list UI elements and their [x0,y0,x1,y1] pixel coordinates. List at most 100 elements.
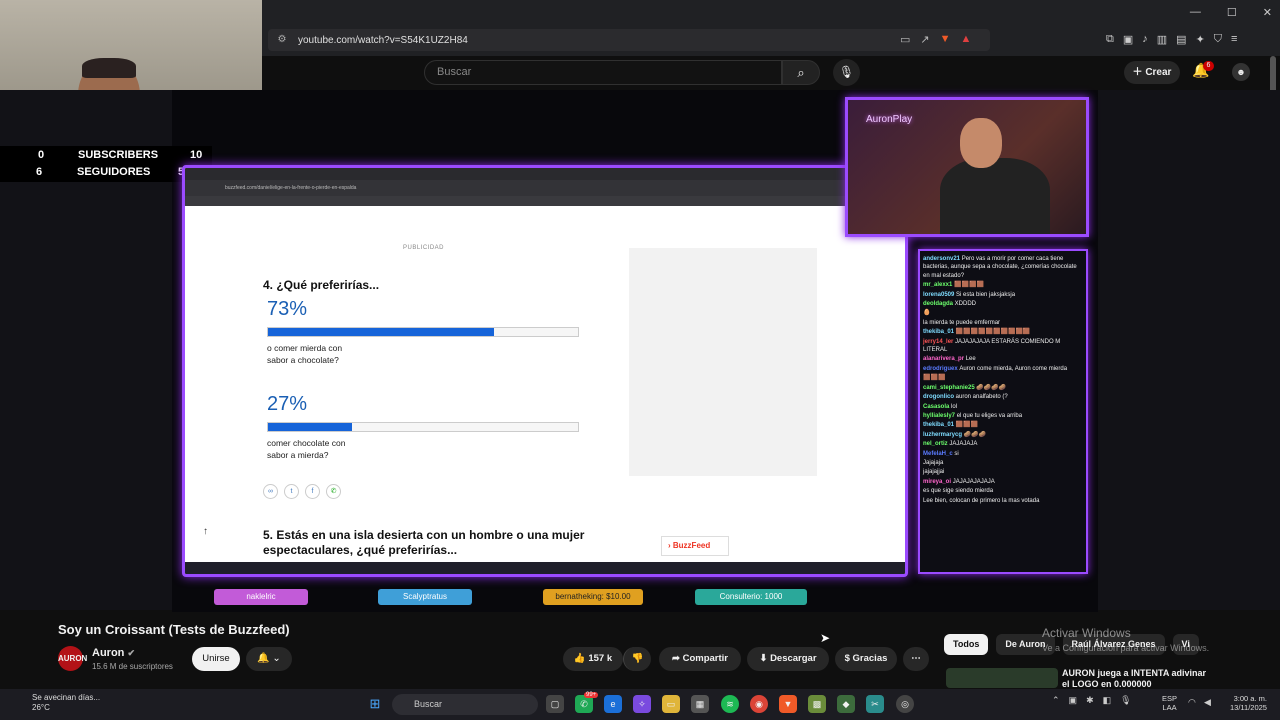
sidebar-icon[interactable]: ▥ [1157,33,1167,46]
chat-message: 🥚 [923,309,1083,317]
search-button[interactable]: ⌕ [782,60,820,85]
site-info-icon[interactable]: ⚙ [276,34,288,46]
screenshot-icon[interactable]: ▣ [1123,33,1133,46]
tray-app-icon[interactable]: ▣ [1069,695,1078,706]
chat-username[interactable]: edrodriguex [923,366,959,372]
edge-icon[interactable]: e [604,695,622,713]
window-controls: — ☐ ✕ [1190,6,1272,19]
voice-search-button[interactable]: 🎙 [833,59,860,86]
bluetooth-icon[interactable]: ✱ [1086,695,1094,706]
share-button[interactable]: ➦ Compartir [659,647,741,671]
minimize-button[interactable]: — [1190,6,1201,19]
alert-text: Consulterio: 1000 [719,592,783,601]
chat-message: hyllialesly7 el que tu eliges va arriba [923,412,1083,420]
chevron-up-icon[interactable]: ⌃ [1052,695,1060,706]
download-button[interactable]: ⬇ Descargar [747,647,829,671]
clock[interactable]: 3:00 a. m. 13/11/2025 [1230,694,1267,712]
weather-widget[interactable]: Se avecinan días... 26°C [12,693,100,713]
chat-text: si [954,450,959,457]
language-indicator[interactable]: ESP LAA [1162,694,1177,712]
capcut-icon[interactable]: ✂ [866,695,884,713]
buzzfeed-label: BuzzFeed [672,541,711,550]
microphone-icon[interactable]: 🎙 [1120,695,1131,706]
nvidia-icon[interactable]: ◧ [1103,695,1112,706]
chat-text: 🥔🥔🥔 [963,431,987,438]
create-button[interactable]: ＋ Crear [1124,61,1180,84]
chat-username[interactable]: andersonv21 [923,256,962,262]
join-button[interactable]: Unirse [192,647,240,671]
wallet-icon[interactable]: ▤ [1176,33,1186,46]
taskbar-search-label: Buscar [414,699,443,709]
file-explorer-icon[interactable]: ▭ [662,695,680,713]
chat-username[interactable]: lorena0509 [923,292,956,298]
alert-text: naklelric [246,592,276,601]
chat-username[interactable]: alanarivera_pr [923,356,966,362]
copilot-icon[interactable]: ✧ [633,695,651,713]
cast-icon[interactable]: ▭ [900,33,910,46]
volume-icon[interactable]: ◀ [1204,697,1211,708]
thanks-button[interactable]: $ Gracias [835,647,897,671]
option-1-bar [267,327,579,337]
captured-bookmarks-bar [185,196,905,206]
chip-all[interactable]: Todos [944,634,989,655]
start-button[interactable]: ⊞ [366,695,384,713]
chat-message: alanarivera_pr Lee [923,355,1083,363]
chat-username[interactable]: thekiba_01 [923,422,956,428]
music-icon[interactable]: ♪ [1142,33,1148,46]
chat-username[interactable]: jerry14_ler [923,339,955,345]
taskbar-search[interactable]: Buscar [392,694,538,715]
game-icon[interactable]: ◆ [837,695,855,713]
extension-puzzle-icon[interactable]: ⧉ [1106,33,1114,46]
more-actions-button[interactable]: ⋯ [903,647,929,671]
chat-username[interactable]: MefelaH_c [923,451,954,457]
chat-text: el que tu eliges va arriba [956,412,1023,419]
minecraft-icon[interactable]: ▩ [808,695,826,713]
chat-text: es que sige siendo mierda [923,488,994,495]
chat-username[interactable]: luzhermarycg [923,432,964,438]
chat-username[interactable]: deoldagda [923,301,955,307]
chat-username[interactable]: mr_alexx1 [923,282,954,288]
close-button[interactable]: ✕ [1263,6,1272,19]
chat-username[interactable]: drogonlico [923,394,956,400]
channel-name-text[interactable]: Auron [92,647,124,659]
like-button[interactable]: 👍 157 k [563,647,623,671]
thumbs-down-icon: 👎 [631,653,644,664]
dislike-button[interactable]: 👎 [623,647,651,671]
browser-extensions: ⧉ ▣ ♪ ▥ ▤ ✦ ⛉ ≡ [1106,33,1237,46]
brave-icon[interactable]: ▼ [779,695,797,713]
clock-time: 3:00 a. m. [1233,694,1267,703]
task-view-icon[interactable]: ▢ [546,695,564,713]
like-count: 157 k [588,653,613,664]
store-icon[interactable]: ▦ [691,695,709,713]
ai-icon[interactable]: ✦ [1196,33,1205,46]
search-input[interactable]: Buscar [424,60,782,85]
obs-icon[interactable]: ◎ [896,695,914,713]
address-bar[interactable]: ⚙ youtube.com/watch?v=S54K1UZ2H84 [268,29,990,51]
chat-username[interactable]: Casasola [923,404,951,410]
chat-username[interactable]: mireya_oi [923,479,953,485]
menu-icon[interactable]: ≡ [1231,33,1237,46]
recommendation-thumbnail[interactable] [946,668,1058,688]
spotify-icon[interactable]: ≋ [721,695,739,713]
wifi-icon[interactable]: ◠ [1188,697,1196,708]
microphone-icon: 🎙 [838,65,855,79]
stream-chat: andersonv21 Pero vas a morir por comer c… [918,249,1088,574]
chat-username[interactable]: nel_ortiz [923,441,949,447]
channel-name[interactable]: Auron ✔ [92,647,135,659]
maximize-button[interactable]: ☐ [1227,6,1237,19]
chat-username[interactable]: thekiba_01 [923,329,956,335]
subscription-bell-button[interactable]: 🔔 ⌄ [246,647,292,671]
chat-text: Lee [965,356,976,363]
channel-avatar[interactable]: AURON [58,646,87,671]
account-avatar[interactable]: ☻ [1232,63,1250,81]
brave-rewards-icon[interactable]: ▲ [961,33,972,46]
share-page-icon[interactable]: ↗ [920,33,929,46]
recommendation-title[interactable]: AURON juega a INTENTA adivinar el LOGO e… [1062,668,1212,690]
url-text[interactable]: youtube.com/watch?v=S54K1UZ2H84 [298,35,468,46]
chat-username[interactable]: hyllialesly7 [923,413,957,419]
chat-message: jajajajjai [923,468,1083,476]
chrome-icon[interactable]: ◉ [750,695,768,713]
vpn-icon[interactable]: ⛉ [1214,33,1222,46]
brave-shield-icon[interactable]: ▼ [940,33,951,46]
chat-username[interactable]: cami_stephanie25 [923,385,976,391]
